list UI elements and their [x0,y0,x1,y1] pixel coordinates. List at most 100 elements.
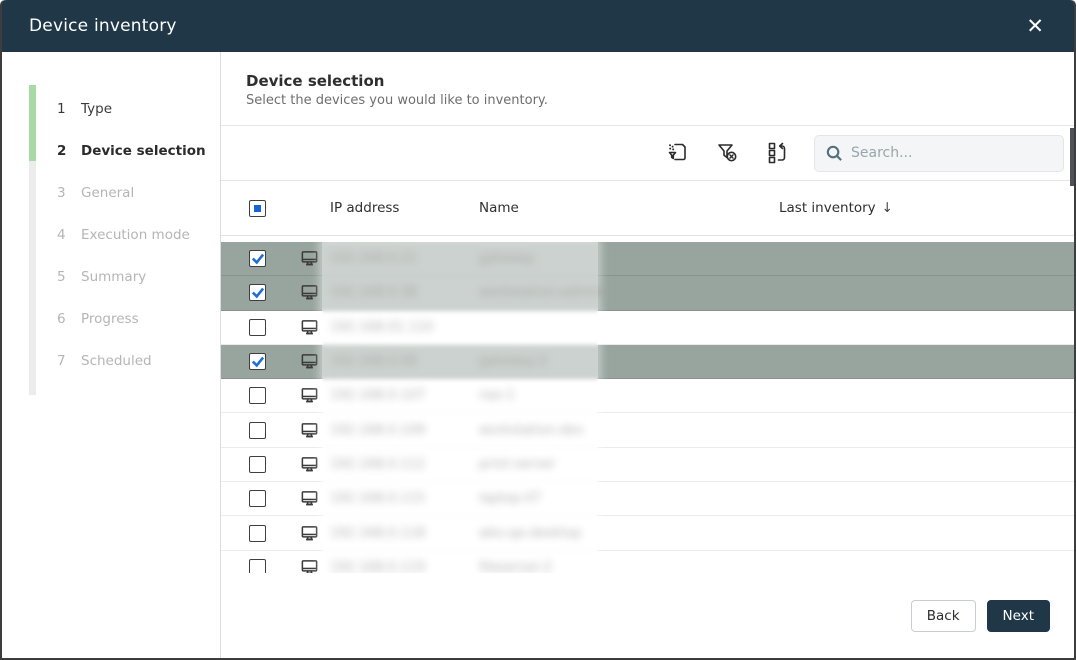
device-ip: 192.168.0.107 [330,388,479,403]
device-monitor-icon [300,489,330,508]
column-header-ip[interactable]: IP address [330,200,479,216]
scrollbar-thumb[interactable] [1070,128,1074,186]
row-checkbox[interactable] [249,284,266,301]
row-checkbox[interactable] [249,353,266,370]
device-monitor-icon [300,524,330,543]
device-inventory-dialog: Device inventory ✕ 1 Type 2 Device selec… [0,0,1076,660]
table-row[interactable]: 192.168.0.107 nas-1 [221,379,1074,413]
device-name: laptop-07 [479,491,779,506]
close-icon: ✕ [1026,14,1044,38]
progress-indicator [29,85,36,161]
search-box [814,135,1064,172]
step-number: 5 [57,269,81,285]
device-ip: 192.168.01.110 [330,320,479,335]
column-settings-button[interactable] [764,140,790,166]
back-button[interactable]: Back [911,600,976,632]
device-ip: 192.168.0.119 [330,560,479,573]
column-settings-icon [765,140,789,167]
row-checkbox[interactable] [249,319,266,336]
clear-filter-button[interactable] [714,140,740,166]
step-label: General [81,185,134,201]
table-row[interactable]: 192.168.0.119 fileserver-2 [221,551,1074,573]
table-row[interactable]: 192.168.0.115 laptop-07 [221,482,1074,516]
search-input[interactable] [814,135,1064,172]
column-header-name[interactable]: Name [479,200,779,216]
checkmark-icon [252,356,264,368]
device-ip: 192.168.0.118 [330,526,479,541]
device-ip: 192.168.0.109 [330,423,479,438]
step-label: Summary [81,269,146,285]
table-row[interactable]: 192.168.0.58 gateway-2 [221,345,1074,379]
table-row[interactable]: 192.168.0.118 wks-qa-desktop [221,516,1074,550]
select-all-checkbox[interactable] [249,200,266,217]
device-ip: 192.168.0.112 [330,457,479,472]
dialog-header: Device inventory ✕ [2,0,1074,52]
device-name: workstation-dev [479,423,779,438]
device-monitor-icon [300,455,330,474]
column-header-last-inventory[interactable]: Last inventory↓ [779,200,1074,216]
step-label: Execution mode [81,227,190,243]
table-row[interactable]: 192.168.0.109 workstation-dev [221,413,1074,447]
step-intro: Device selection Select the devices you … [221,52,1074,126]
table-row[interactable]: 192.168.0.112 print-server [221,448,1074,482]
device-ip: 192.168.0.58 [330,354,479,369]
step-label: Progress [81,311,139,327]
table-row[interactable]: 192.168.0.21 gateway [221,242,1074,276]
device-monitor-icon [300,249,330,268]
device-monitor-icon [300,421,330,440]
device-name: wks-qa-desktop [479,526,779,541]
device-monitor-icon [300,558,330,573]
device-monitor-icon [300,352,330,371]
step-number: 2 [57,143,81,159]
device-name: gateway [479,251,779,266]
progress-track [29,85,36,395]
device-monitor-icon [300,386,330,405]
indeterminate-mark [254,205,261,212]
row-checkbox[interactable] [249,525,266,542]
row-checkbox[interactable] [249,559,266,573]
table-row[interactable]: 192.168.0.38 workstation-admin [221,276,1074,310]
device-name: workstation-admin [479,285,779,300]
table-rows: 192.168.0.21 gateway 192.168.0.38 workst… [221,242,1074,573]
checkmark-icon [252,287,264,299]
filter-add-button[interactable] [664,140,690,166]
next-button[interactable]: Next [987,600,1050,632]
device-name: fileserver-2 [479,560,779,573]
row-checkbox[interactable] [249,250,266,267]
page-title: Device selection [246,72,1049,90]
device-monitor-icon [300,318,330,337]
row-checkbox[interactable] [249,387,266,404]
device-name: gateway-2 [479,354,779,369]
dialog-footer: Back Next [221,600,1074,658]
row-checkbox[interactable] [249,422,266,439]
step-label: Device selection [81,143,206,159]
device-ip: 192.168.0.38 [330,285,479,300]
step-label: Type [81,101,112,117]
close-button[interactable]: ✕ [1020,12,1050,41]
dialog-body: 1 Type 2 Device selection 3 General 4 Ex… [2,52,1074,658]
step-number: 3 [57,185,81,201]
row-checkbox[interactable] [249,456,266,473]
step-number: 4 [57,227,81,243]
device-monitor-icon [300,283,330,302]
checkmark-icon [252,253,264,265]
device-name: print-server [479,457,779,472]
clear-filter-icon [715,140,739,167]
row-checkbox[interactable] [249,490,266,507]
step-number: 1 [57,101,81,117]
step-label: Scheduled [81,353,152,369]
table-header: IP address Name Last inventory↓ [221,181,1074,236]
main-panel: Device selection Select the devices you … [221,52,1074,658]
table-row[interactable]: 192.168.01.110 [221,311,1074,345]
wizard-sidebar: 1 Type 2 Device selection 3 General 4 Ex… [2,52,221,658]
table-toolbar [221,126,1074,181]
step-number: 6 [57,311,81,327]
filter-add-icon [665,140,689,167]
device-ip: 192.168.0.21 [330,251,479,266]
sort-desc-icon: ↓ [882,200,893,216]
dialog-title: Device inventory [29,16,177,36]
step-number: 7 [57,353,81,369]
page-subtitle: Select the devices you would like to inv… [246,93,1049,108]
device-name: nas-1 [479,388,779,403]
device-ip: 192.168.0.115 [330,491,479,506]
